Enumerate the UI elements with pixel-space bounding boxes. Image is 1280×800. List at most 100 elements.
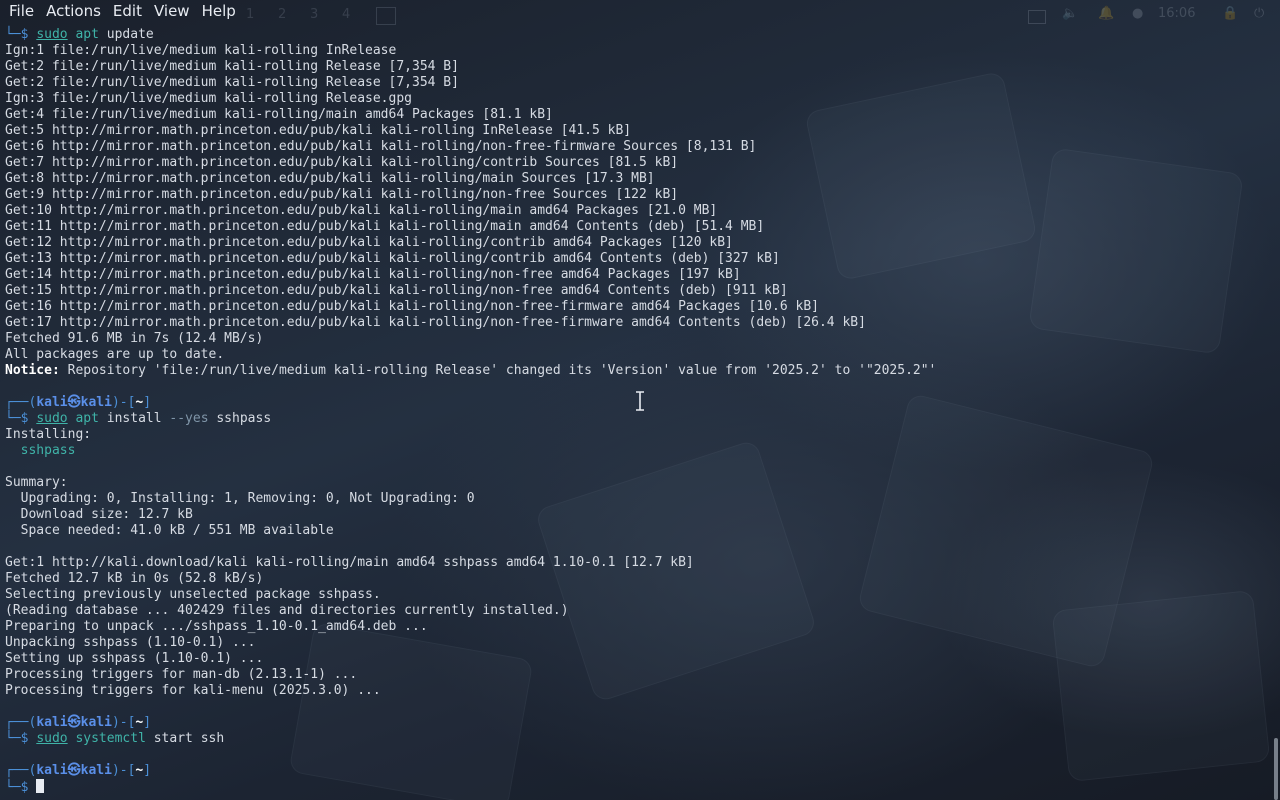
terminal-line: Download size: 12.7 kB — [5, 507, 1267, 523]
terminal-text: All packages are up to date. — [5, 347, 225, 362]
terminal-text: ┌──( — [5, 763, 37, 778]
terminal-line: Preparing to unpack .../sshpass_1.10-0.1… — [5, 619, 1267, 635]
menu-help[interactable]: Help — [196, 0, 242, 22]
terminal-text: systemctl — [75, 731, 146, 746]
terminal-text: )-[ — [111, 715, 136, 730]
lock-icon[interactable]: 🔒 — [1222, 6, 1238, 21]
menu-edit[interactable]: Edit — [107, 0, 148, 22]
workspace-1[interactable]: 1 — [246, 7, 254, 22]
terminal-text: Get:6 http://mirror.math.princeton.edu/p… — [5, 139, 757, 154]
terminal-line: └─$ sudo systemctl start ssh — [5, 731, 1267, 747]
terminal-text: Get:17 http://mirror.math.princeton.edu/… — [5, 315, 866, 330]
notification-bell-icon[interactable]: 🔔 — [1098, 6, 1114, 21]
terminal-text: Get:2 file:/run/live/medium kali-rolling… — [5, 75, 459, 90]
terminal-line: Summary: — [5, 475, 1267, 491]
terminal-line: Get:2 file:/run/live/medium kali-rolling… — [5, 75, 1267, 91]
terminal-text: Get:9 http://mirror.math.princeton.edu/p… — [5, 187, 679, 202]
terminal-line: Installing: — [5, 427, 1267, 443]
terminal-line: Get:1 http://kali.download/kali kali-rol… — [5, 555, 1267, 571]
clock[interactable]: 16:06 — [1158, 6, 1195, 21]
terminal-text: Preparing to unpack .../sshpass_1.10-0.1… — [5, 619, 428, 634]
clock-icon: ● — [1132, 6, 1144, 21]
terminal-text: Repository 'file:/run/live/medium kali-r… — [59, 363, 937, 378]
terminal-text: $ — [20, 731, 37, 746]
terminal-line: Get:4 file:/run/live/medium kali-rolling… — [5, 107, 1267, 123]
terminal-text: kali㉿kali — [36, 763, 112, 778]
terminal-line: Get:17 http://mirror.math.princeton.edu/… — [5, 315, 1267, 331]
terminal-line: Processing triggers for man-db (2.13.1-1… — [5, 667, 1267, 683]
terminal-text: sshpass — [208, 411, 272, 426]
terminal-text: Upgrading: 0, Installing: 1, Removing: 0… — [5, 491, 475, 506]
terminal-line: Get:13 http://mirror.math.princeton.edu/… — [5, 251, 1267, 267]
terminal-text: └─ — [5, 780, 21, 795]
terminal-text: kali㉿kali — [36, 395, 112, 410]
terminal-text: )-[ — [111, 395, 136, 410]
menubar: File Actions Edit View Help — [0, 0, 242, 22]
window-icon[interactable] — [1028, 10, 1046, 24]
terminal-text: Get:2 file:/run/live/medium kali-rolling… — [5, 59, 459, 74]
terminal-icon[interactable] — [376, 7, 396, 25]
terminal-text: Get:16 http://mirror.math.princeton.edu/… — [5, 299, 819, 314]
desktop-screen: 1 2 3 4 🔈 🔔 ● 16:06 🔒 ⏻ File Actions Edi… — [0, 0, 1280, 800]
terminal-line: Get:7 http://mirror.math.princeton.edu/p… — [5, 155, 1267, 171]
terminal-text: ] — [143, 763, 152, 778]
terminal-line: Get:15 http://mirror.math.princeton.edu/… — [5, 283, 1267, 299]
terminal-line: Fetched 91.6 MB in 7s (12.4 MB/s) — [5, 331, 1267, 347]
terminal-text: ] — [143, 395, 152, 410]
terminal-text: --yes — [169, 411, 209, 426]
terminal-text: sudo — [36, 731, 68, 746]
terminal-line: Setting up sshpass (1.10-0.1) ... — [5, 651, 1267, 667]
terminal-text: Get:13 http://mirror.math.princeton.edu/… — [5, 251, 780, 266]
terminal-text: └─ — [5, 731, 21, 746]
terminal-text: sudo — [36, 411, 68, 426]
terminal-text: start ssh — [145, 731, 225, 746]
terminal-line: Unpacking sshpass (1.10-0.1) ... — [5, 635, 1267, 651]
terminal-line: Selecting previously unselected package … — [5, 587, 1267, 603]
menu-actions[interactable]: Actions — [40, 0, 107, 22]
workspace-4[interactable]: 4 — [342, 7, 350, 22]
workspace-2[interactable]: 2 — [278, 7, 286, 22]
terminal-line: Space needed: 41.0 kB / 551 MB available — [5, 523, 1267, 539]
terminal-text: Space needed: 41.0 kB / 551 MB available — [5, 523, 334, 538]
terminal-text: Selecting previously unselected package … — [5, 587, 381, 602]
terminal-line: All packages are up to date. — [5, 347, 1267, 363]
terminal-text: └─ — [5, 27, 21, 42]
terminal-line: Ign:1 file:/run/live/medium kali-rolling… — [5, 43, 1267, 59]
terminal-text: Get:5 http://mirror.math.princeton.edu/p… — [5, 123, 632, 138]
terminal-output[interactable]: └─$ sudo apt update Ign:1 file:/run/live/… — [5, 27, 1267, 795]
terminal-text: install — [98, 411, 170, 426]
menu-file[interactable]: File — [3, 0, 40, 22]
terminal-text: ] — [143, 715, 152, 730]
terminal-text: Ign:3 file:/run/live/medium kali-rolling… — [5, 91, 412, 106]
terminal-text: Unpacking sshpass (1.10-0.1) ... — [5, 635, 256, 650]
terminal-line: Get:9 http://mirror.math.princeton.edu/p… — [5, 187, 1267, 203]
terminal-line: Get:5 http://mirror.math.princeton.edu/p… — [5, 123, 1267, 139]
terminal-text: )-[ — [111, 763, 136, 778]
power-icon[interactable]: ⏻ — [1254, 6, 1264, 21]
terminal-text: Get:15 http://mirror.math.princeton.edu/… — [5, 283, 788, 298]
terminal-text: sudo — [36, 27, 68, 42]
terminal-text: Processing triggers for kali-menu (2025.… — [5, 683, 381, 698]
terminal-text: Get:8 http://mirror.math.princeton.edu/p… — [5, 171, 655, 186]
terminal-text: ┌──( — [5, 395, 37, 410]
terminal-text: ┌──( — [5, 715, 37, 730]
terminal-line: Ign:3 file:/run/live/medium kali-rolling… — [5, 91, 1267, 107]
terminal-scrollbar[interactable] — [1274, 738, 1278, 800]
terminal-text: Summary: — [5, 475, 68, 490]
terminal-line: Get:10 http://mirror.math.princeton.edu/… — [5, 203, 1267, 219]
terminal-text: $ — [20, 780, 37, 795]
workspace-3[interactable]: 3 — [310, 7, 318, 22]
terminal-line: Get:16 http://mirror.math.princeton.edu/… — [5, 299, 1267, 315]
terminal-text: Get:11 http://mirror.math.princeton.edu/… — [5, 219, 765, 234]
terminal-text: sshpass — [20, 443, 76, 458]
terminal-line: └─$ sudo apt install --yes sshpass — [5, 411, 1267, 427]
terminal-text: Get:7 http://mirror.math.princeton.edu/p… — [5, 155, 679, 170]
menu-view[interactable]: View — [148, 0, 196, 22]
volume-icon[interactable]: 🔈 — [1062, 6, 1078, 21]
terminal-line: ┌──(kali㉿kali)-[~] — [5, 763, 1267, 779]
terminal-text: Get:1 http://kali.download/kali kali-rol… — [5, 555, 694, 570]
terminal-line: Get:12 http://mirror.math.princeton.edu/… — [5, 235, 1267, 251]
